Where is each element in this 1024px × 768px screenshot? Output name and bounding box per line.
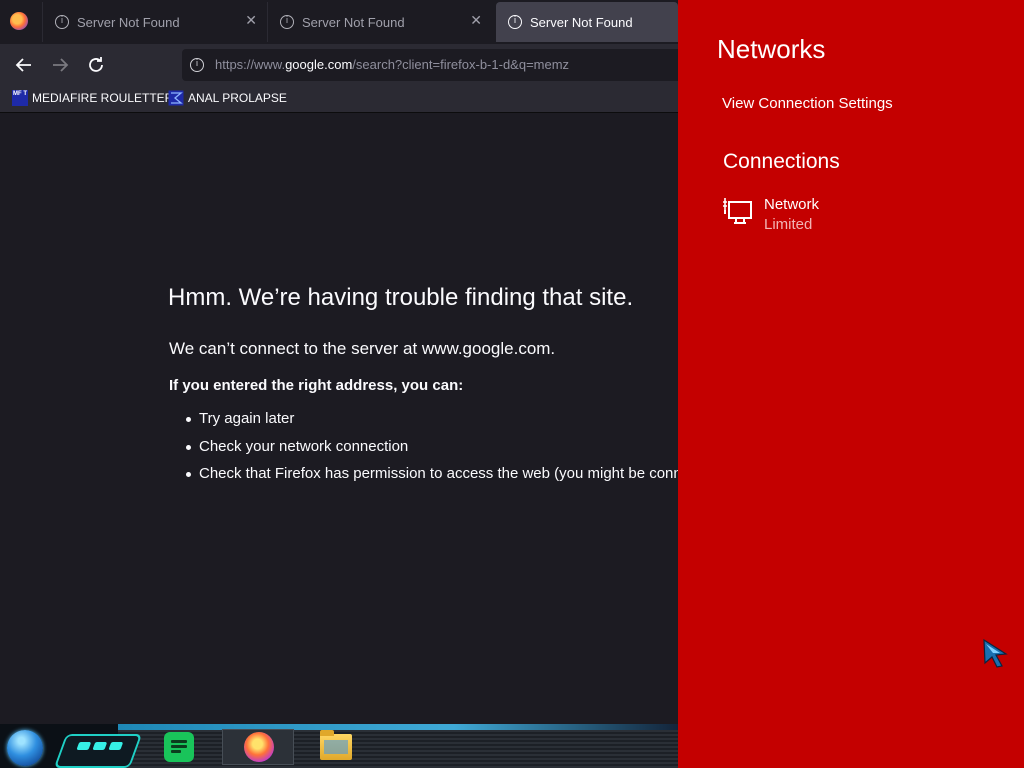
mediafire-icon: MF T (12, 90, 28, 106)
taskbar (0, 724, 678, 768)
bookmark-anal-prolapse[interactable]: ANAL PROLAPSE (168, 90, 287, 106)
mouse-cursor-icon (983, 638, 1008, 668)
browser-window: i Server Not Found ✕ i Server Not Found … (0, 0, 678, 768)
file-explorer-icon[interactable] (320, 730, 352, 760)
list-item: Check your network connection (184, 438, 678, 466)
error-subtitle: If you entered the right address, you ca… (169, 377, 464, 394)
navigation-toolbar: i https://www.google.com/search?client=f… (0, 44, 678, 86)
tab-title: Server Not Found (302, 14, 405, 30)
firefox-taskbar-icon[interactable] (244, 732, 274, 762)
info-icon: i (280, 15, 294, 29)
list-item: Check that Firefox has permission to acc… (184, 465, 678, 493)
connections-heading: Connections (723, 150, 840, 173)
bookmarks-toolbar: MF T MEDIAFIRE ROULETTER ANAL PROLAPSE (0, 86, 678, 113)
url-text[interactable]: https://www.google.com/search?client=fir… (215, 57, 569, 72)
reload-icon (89, 57, 103, 72)
suggestion-list: Try again later Check your network conne… (184, 410, 678, 493)
back-arrow-icon (15, 58, 31, 72)
tab-title: Server Not Found (77, 14, 180, 30)
error-title: Hmm. We’re having trouble finding that s… (168, 284, 634, 311)
tab-server-not-found-1[interactable]: i Server Not Found ✕ (42, 2, 267, 42)
bookmark-label: ANAL PROLAPSE (188, 91, 287, 105)
bookmark-mediafire-rouletter[interactable]: MF T MEDIAFIRE ROULETTER (12, 90, 173, 106)
networks-flyout: Networks View Connection Settings Connec… (678, 0, 1024, 768)
taskbar-band (118, 730, 678, 768)
tab-server-not-found-2[interactable]: i Server Not Found ✕ (267, 2, 492, 42)
close-tab-icon[interactable]: ✕ (245, 13, 257, 29)
notes-app-icon[interactable] (164, 732, 194, 762)
close-tab-icon[interactable]: ✕ (470, 13, 482, 29)
start-button[interactable] (7, 730, 43, 766)
forward-arrow-icon (53, 58, 69, 72)
tab-bar: i Server Not Found ✕ i Server Not Found … (0, 0, 678, 44)
view-connection-settings-link[interactable]: View Connection Settings (722, 95, 893, 112)
site-info-icon[interactable]: i (190, 58, 204, 72)
firefox-icon[interactable] (10, 12, 28, 30)
error-description: We can’t connect to the server at www.go… (169, 339, 556, 358)
list-item: Try again later (184, 410, 678, 438)
back-button[interactable] (12, 53, 36, 77)
connection-status: Limited (764, 216, 813, 233)
flyout-title: Networks (717, 34, 826, 64)
bookmark-label: MEDIAFIRE ROULETTER (32, 91, 174, 105)
error-page: Hmm. We’re having trouble finding that s… (0, 114, 678, 724)
info-icon: i (55, 15, 69, 29)
reload-button[interactable] (84, 53, 108, 77)
hud-widget[interactable] (53, 734, 143, 768)
tab-title: Server Not Found (530, 14, 633, 30)
info-icon: i (508, 15, 522, 29)
tab-server-not-found-active[interactable]: i Server Not Found (496, 2, 678, 42)
sigma-icon (168, 90, 184, 106)
connection-item-network[interactable]: Network Limited (722, 194, 1002, 238)
connection-name: Network (764, 196, 820, 213)
forward-button[interactable] (48, 53, 72, 77)
url-bar[interactable]: i https://www.google.com/search?client=f… (182, 49, 678, 81)
wired-network-icon (723, 198, 752, 224)
